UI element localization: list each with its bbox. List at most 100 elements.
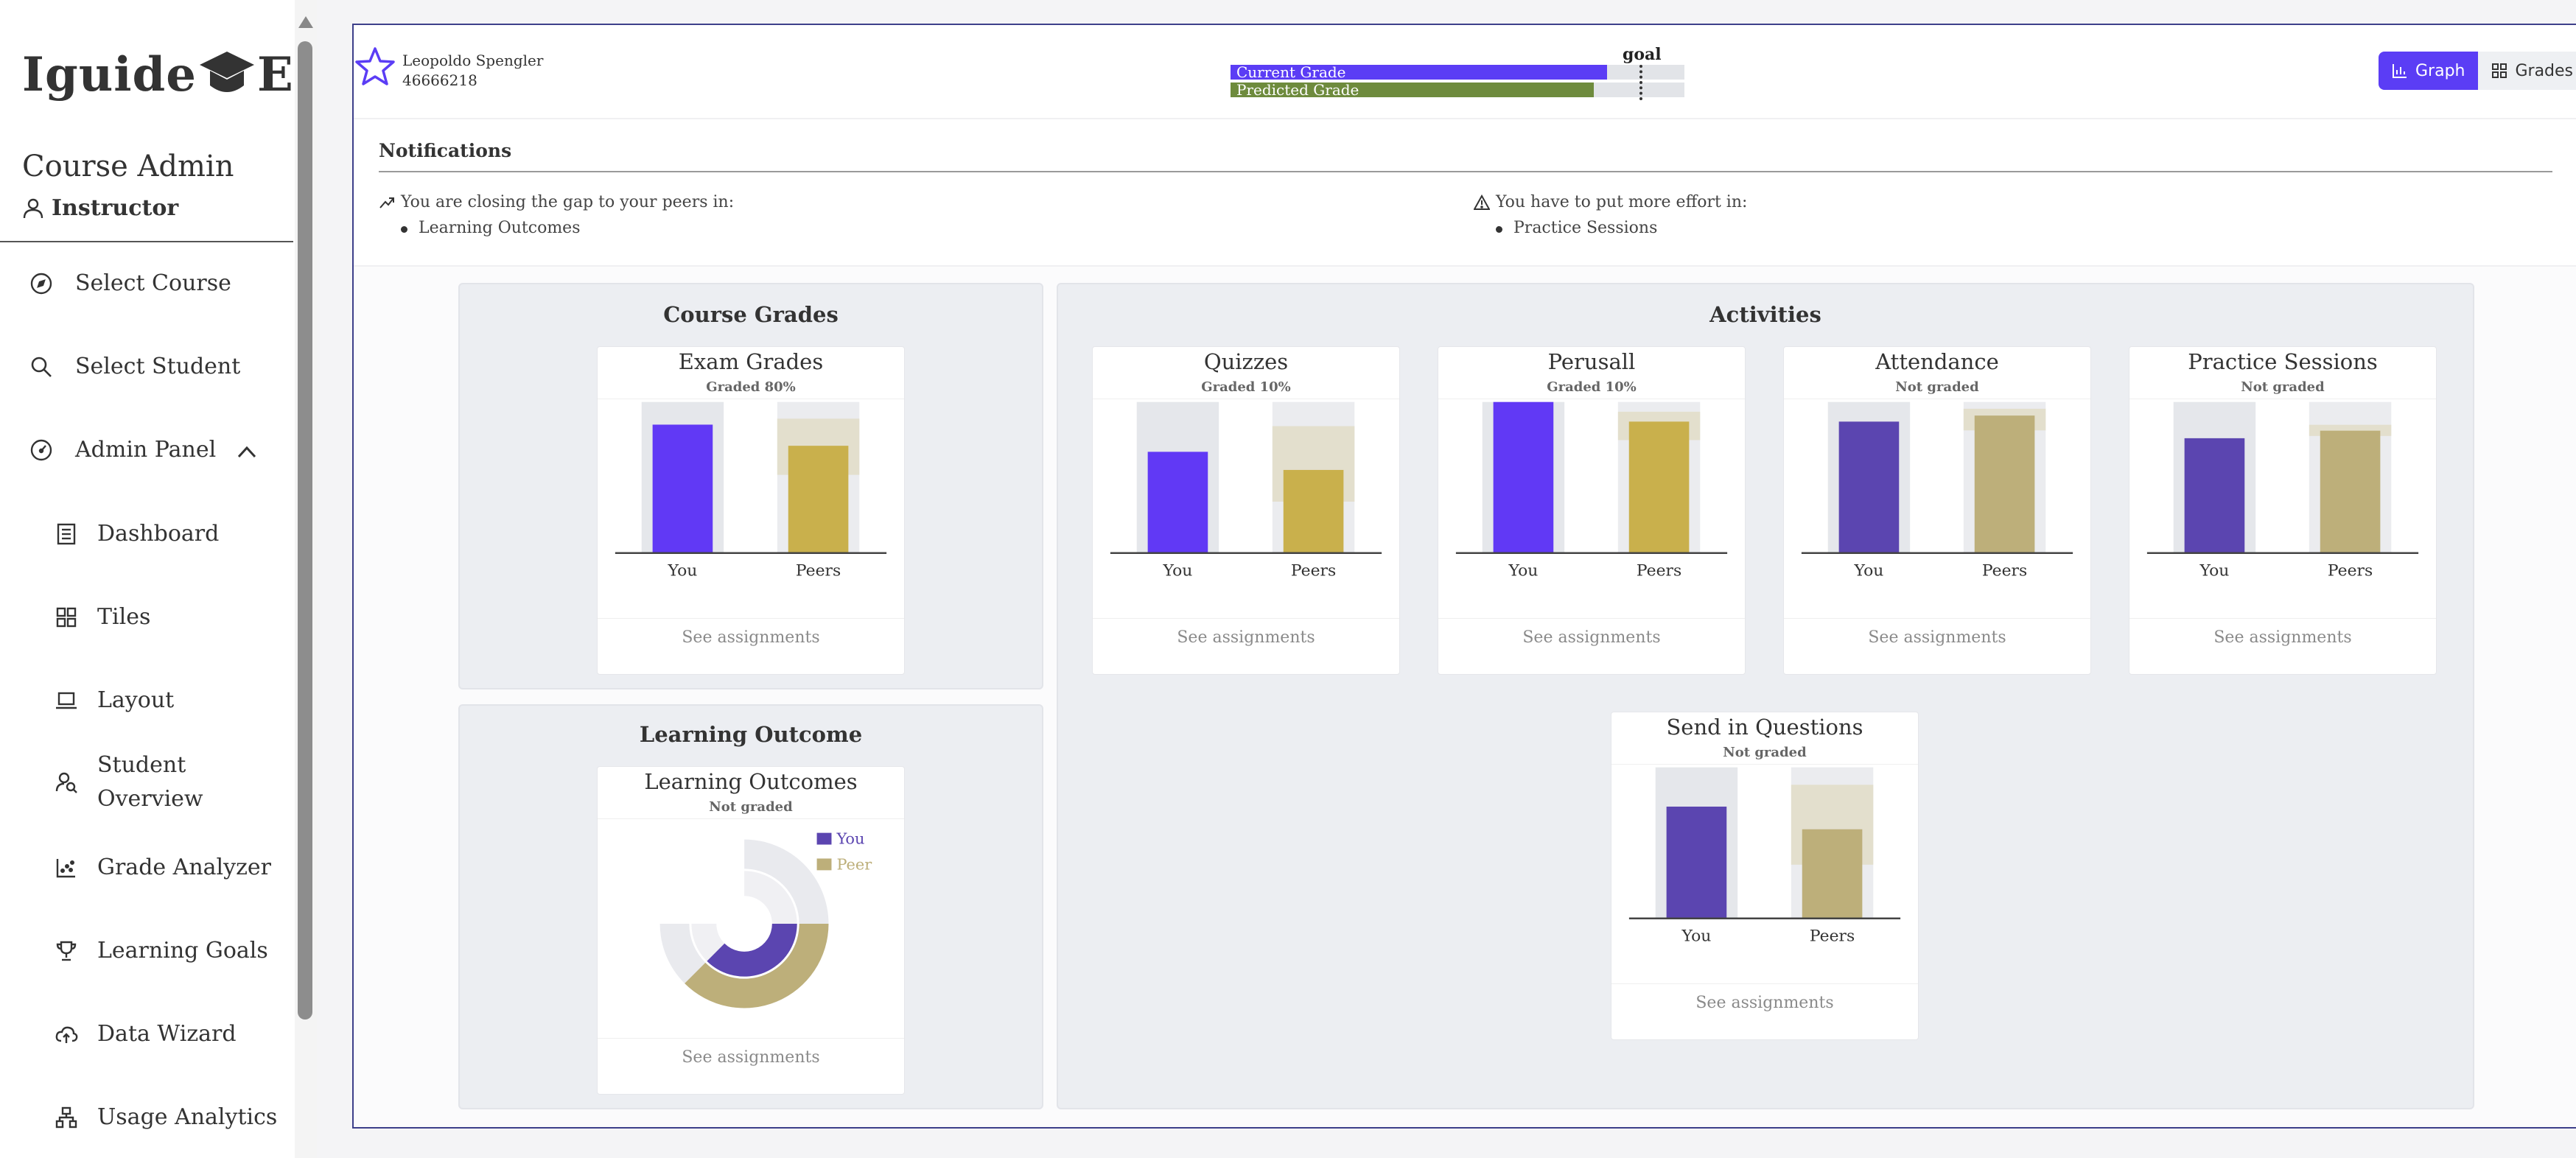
student-name: Leopoldo Spengler <box>402 52 544 69</box>
peers-bar[interactable] <box>1283 469 1344 553</box>
learning-outcomes-chart: You Peer <box>659 830 872 1008</box>
notification-closing-gap: You are closing the gap to your peers in… <box>379 193 734 237</box>
x-tick-you: You <box>668 562 698 580</box>
you-bar[interactable] <box>2184 438 2245 553</box>
sidebar-item-label: Data Wizard <box>97 1021 237 1047</box>
student-dashboard: Leopoldo Spengler 46666218 goal Current … <box>352 24 2576 1129</box>
laptop-icon <box>56 692 77 709</box>
card-title: Exam Grades <box>678 349 824 374</box>
goal-label: goal <box>1623 45 1662 64</box>
card-title: Attendance <box>1875 349 1999 374</box>
sidebar-item-tiles[interactable]: Tiles <box>55 600 150 634</box>
sidebar-item-dashboard[interactable]: Dashboard <box>55 517 219 551</box>
card-title: Send in Questions <box>1666 715 1863 740</box>
you-bar[interactable] <box>1838 421 1900 553</box>
app-logo[interactable]: Iguide E <box>22 41 294 108</box>
card-subtitle: Not graded <box>2241 379 2325 395</box>
scatter-chart-icon <box>56 859 75 878</box>
card-divider <box>2129 618 2436 619</box>
x-tick-peers: Peers <box>1637 562 1681 580</box>
bar-chart: You Peers <box>2146 401 2419 580</box>
sidebar-item-learning-goals[interactable]: Learning Goals <box>55 934 268 968</box>
chevron-up-icon[interactable] <box>234 439 259 464</box>
notification-item: Practice Sessions <box>1496 219 1747 237</box>
sidebar-item-label: Grade Analyzer <box>97 855 272 880</box>
see-assignments-link[interactable]: See assignments <box>1784 628 2090 647</box>
card-subtitle: Graded 10% <box>1547 379 1637 395</box>
role-badge: Instructor <box>22 195 178 221</box>
sidebar-item-data-wizard[interactable]: Data Wizard <box>55 1017 237 1051</box>
legend-swatch-peer <box>816 858 832 871</box>
legend-label-peer: Peer <box>836 855 872 873</box>
bar-chart: You Peers <box>615 401 887 580</box>
notifications-divider <box>379 171 2552 172</box>
you-bar[interactable] <box>652 424 713 553</box>
attendance-card: Attendance Not graded You Peers See assignme… <box>1783 346 2091 675</box>
graph-view-button[interactable]: Graph <box>2379 52 2479 90</box>
x-tick-you: You <box>1163 562 1193 580</box>
you-bar[interactable] <box>1147 452 1208 553</box>
card-divider <box>1438 618 1745 619</box>
card-subtitle: Not graded <box>709 799 793 815</box>
x-tick-peers: Peers <box>1982 562 2027 580</box>
student-id: 46666218 <box>402 71 477 89</box>
user-search-icon <box>55 772 77 793</box>
notification-more-effort: You have to put more effort in: Practice… <box>1474 193 1747 237</box>
peers-bar[interactable] <box>1628 421 1690 553</box>
star-icon[interactable] <box>354 46 396 88</box>
peers-bar[interactable] <box>2320 430 2381 553</box>
role-title: Course Admin <box>22 150 234 183</box>
graduation-cap-icon <box>200 52 254 92</box>
trending-up-icon <box>379 197 394 208</box>
sidebar-divider <box>0 241 293 242</box>
x-tick-you: You <box>1681 927 1712 946</box>
user-icon <box>23 198 43 218</box>
warning-icon <box>1474 194 1490 210</box>
sidebar-item-select-student[interactable]: Select Student <box>29 350 240 384</box>
legend-label-you: You <box>836 830 864 848</box>
sidebar-item-grade-analyzer[interactable]: Grade Analyzer <box>55 851 271 885</box>
sidebar-item-label: Layout <box>97 687 175 713</box>
card-divider <box>1611 983 1918 984</box>
you-bar[interactable] <box>1666 806 1727 919</box>
x-tick-you: You <box>1854 562 1884 580</box>
see-assignments-link[interactable]: See assignments <box>1438 628 1745 647</box>
role-name: Instructor <box>52 195 179 221</box>
see-assignments-link[interactable]: See assignments <box>2129 628 2436 647</box>
sidebar-item-student-overview[interactable]: Student Overview <box>55 748 203 816</box>
peers-bar[interactable] <box>788 446 849 553</box>
bar-chart: You Peers <box>1110 401 1382 580</box>
sidebar-scrollbar-thumb[interactable] <box>298 41 312 1020</box>
sidebar-item-label: Select Course <box>75 270 231 296</box>
sidebar: Iguide E Course Admin Instructor Select … <box>0 0 295 1158</box>
sidebar-item-admin-panel[interactable]: Admin Panel <box>29 433 216 467</box>
sidebar-item-label: Admin Panel <box>75 437 217 463</box>
sidebar-item-usage-analytics[interactable]: Usage Analytics <box>55 1101 277 1134</box>
panel-title: Learning Outcome <box>639 722 863 747</box>
grades-view-button[interactable]: Grades <box>2478 52 2576 90</box>
see-assignments-link[interactable]: See assignments <box>1611 994 1918 1012</box>
peers-bar[interactable] <box>1802 829 1863 919</box>
bar-chart: You Peers <box>1801 401 2073 580</box>
card-subtitle: Graded 10% <box>1201 379 1291 395</box>
panel-title: Course Grades <box>663 302 839 327</box>
bar-chart-icon <box>2393 64 2407 78</box>
peers-bar[interactable] <box>1974 415 2035 553</box>
logo-text-left: Iguide <box>22 46 197 102</box>
card-divider <box>598 618 904 619</box>
label-line-1: Student <box>97 752 186 778</box>
sidebar-item-layout[interactable]: Layout <box>55 684 174 717</box>
sidebar-item-label: Select Student <box>75 354 241 379</box>
label-line-2: Overview <box>97 786 203 812</box>
see-assignments-link[interactable]: See assignments <box>598 1048 904 1067</box>
sidebar-item-label: Dashboard <box>97 521 220 547</box>
card-subtitle: Graded 80% <box>706 379 796 395</box>
scroll-up-arrow-icon[interactable] <box>298 16 313 28</box>
sidebar-item-label: Student Overview <box>97 748 203 816</box>
card-divider <box>598 1038 904 1039</box>
see-assignments-link[interactable]: See assignments <box>598 628 904 647</box>
see-assignments-link[interactable]: See assignments <box>1093 628 1399 647</box>
x-tick-peers: Peers <box>1291 562 1336 580</box>
you-bar[interactable] <box>1493 401 1554 553</box>
sidebar-item-select-course[interactable]: Select Course <box>29 267 231 301</box>
